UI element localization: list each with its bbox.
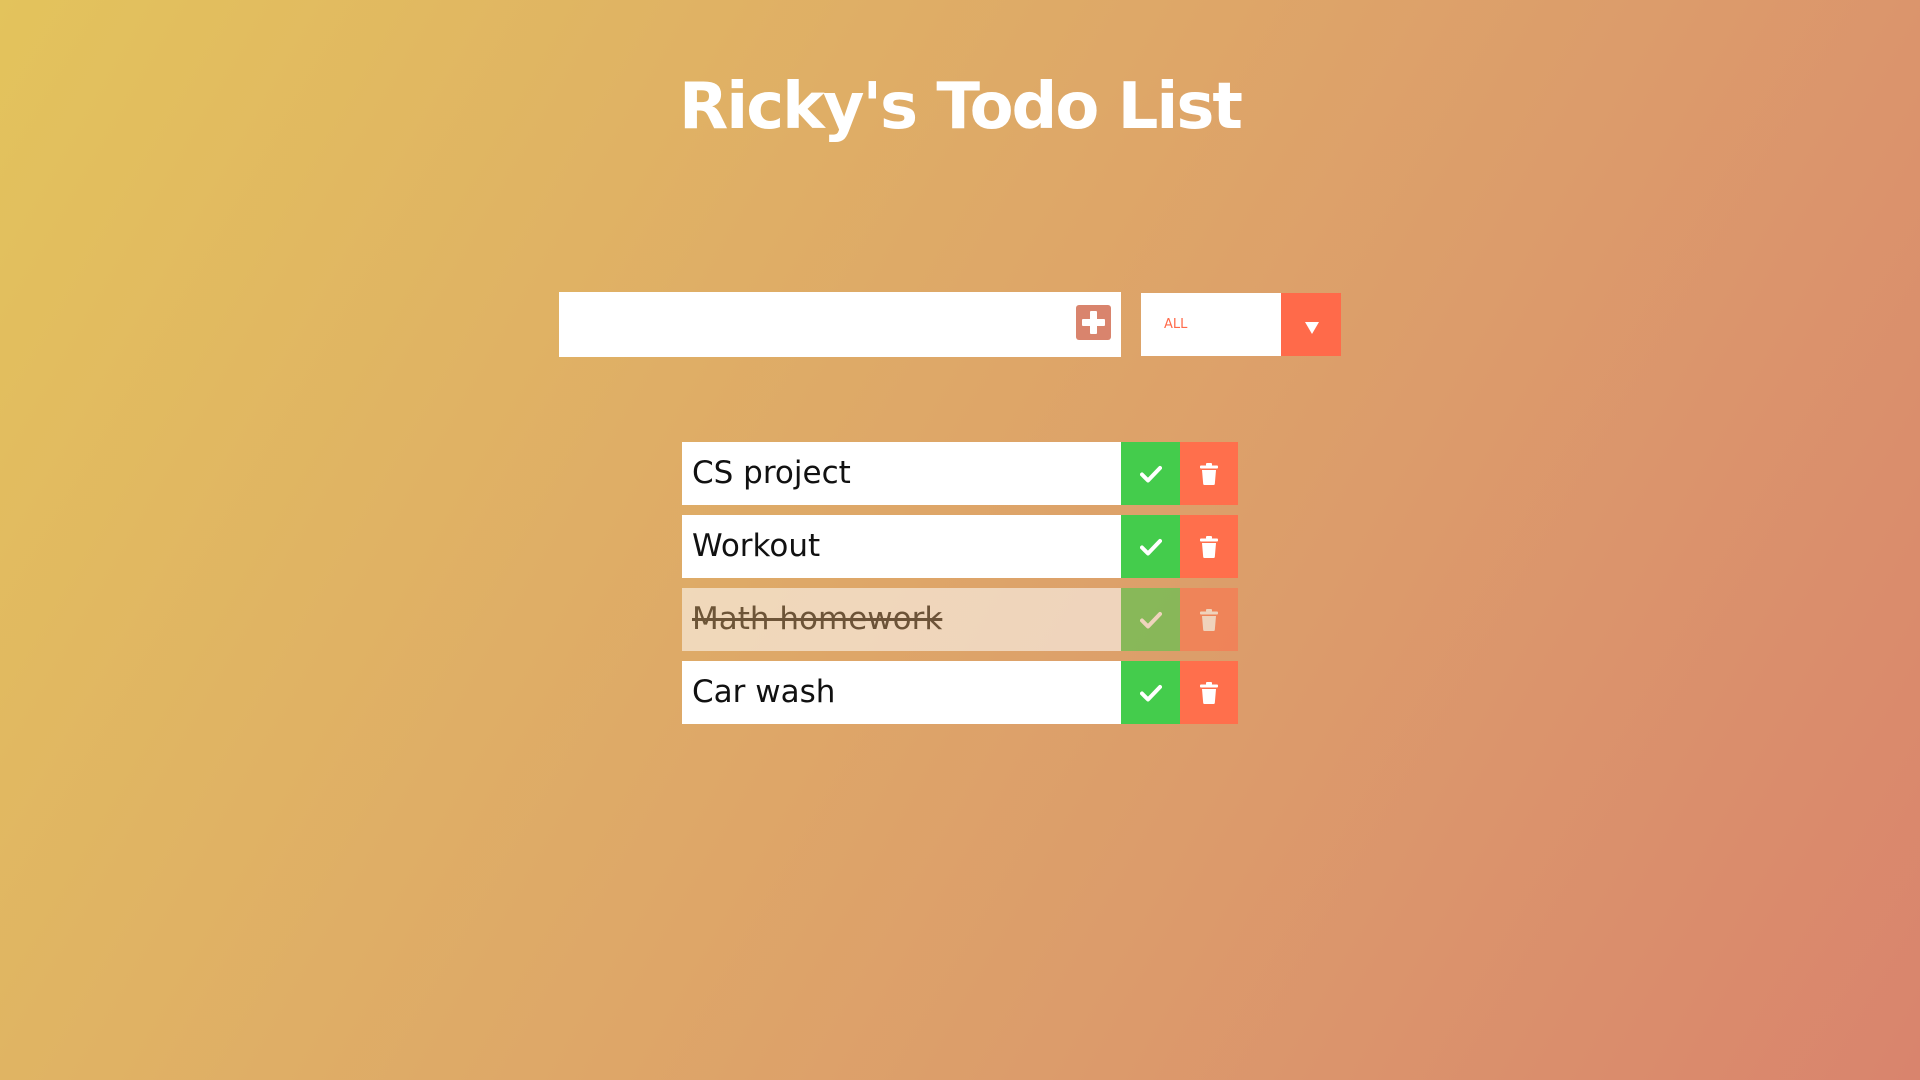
check-icon (1139, 465, 1162, 482)
todo-item: Workout (682, 515, 1238, 578)
todo-text: Workout (692, 528, 821, 564)
todo-input[interactable] (559, 292, 1059, 357)
todo-text: Math homework (692, 601, 943, 637)
trash-icon (1200, 681, 1218, 704)
delete-button[interactable] (1180, 442, 1238, 505)
delete-button[interactable] (1180, 588, 1238, 651)
filter-selected-value: ALL (1164, 317, 1188, 332)
filter-dropdown-button[interactable] (1281, 293, 1341, 356)
trash-icon (1200, 535, 1218, 558)
check-icon (1139, 611, 1162, 628)
todo-text: CS project (692, 455, 851, 491)
filter-select[interactable]: ALL (1141, 293, 1341, 356)
caret-down-icon (1305, 322, 1319, 334)
check-icon (1139, 538, 1162, 555)
todo-item: Car wash (682, 661, 1238, 724)
todo-input-container (559, 292, 1121, 357)
todo-item: CS project (682, 442, 1238, 505)
delete-button[interactable] (1180, 661, 1238, 724)
delete-button[interactable] (1180, 515, 1238, 578)
trash-icon (1200, 462, 1218, 485)
todo-app: Ricky's Todo List ALL CS project Workout… (0, 0, 1920, 1080)
check-icon (1139, 684, 1162, 701)
complete-button[interactable] (1121, 661, 1180, 724)
complete-button[interactable] (1121, 442, 1180, 505)
add-todo-button[interactable] (1076, 305, 1111, 340)
trash-icon (1200, 608, 1218, 631)
complete-button[interactable] (1121, 588, 1180, 651)
complete-button[interactable] (1121, 515, 1180, 578)
todo-text: Car wash (692, 674, 836, 710)
todo-list: CS project Workout Math homework Car was… (682, 442, 1238, 734)
page-title: Ricky's Todo List (679, 70, 1243, 144)
todo-item-completed: Math homework (682, 588, 1238, 651)
